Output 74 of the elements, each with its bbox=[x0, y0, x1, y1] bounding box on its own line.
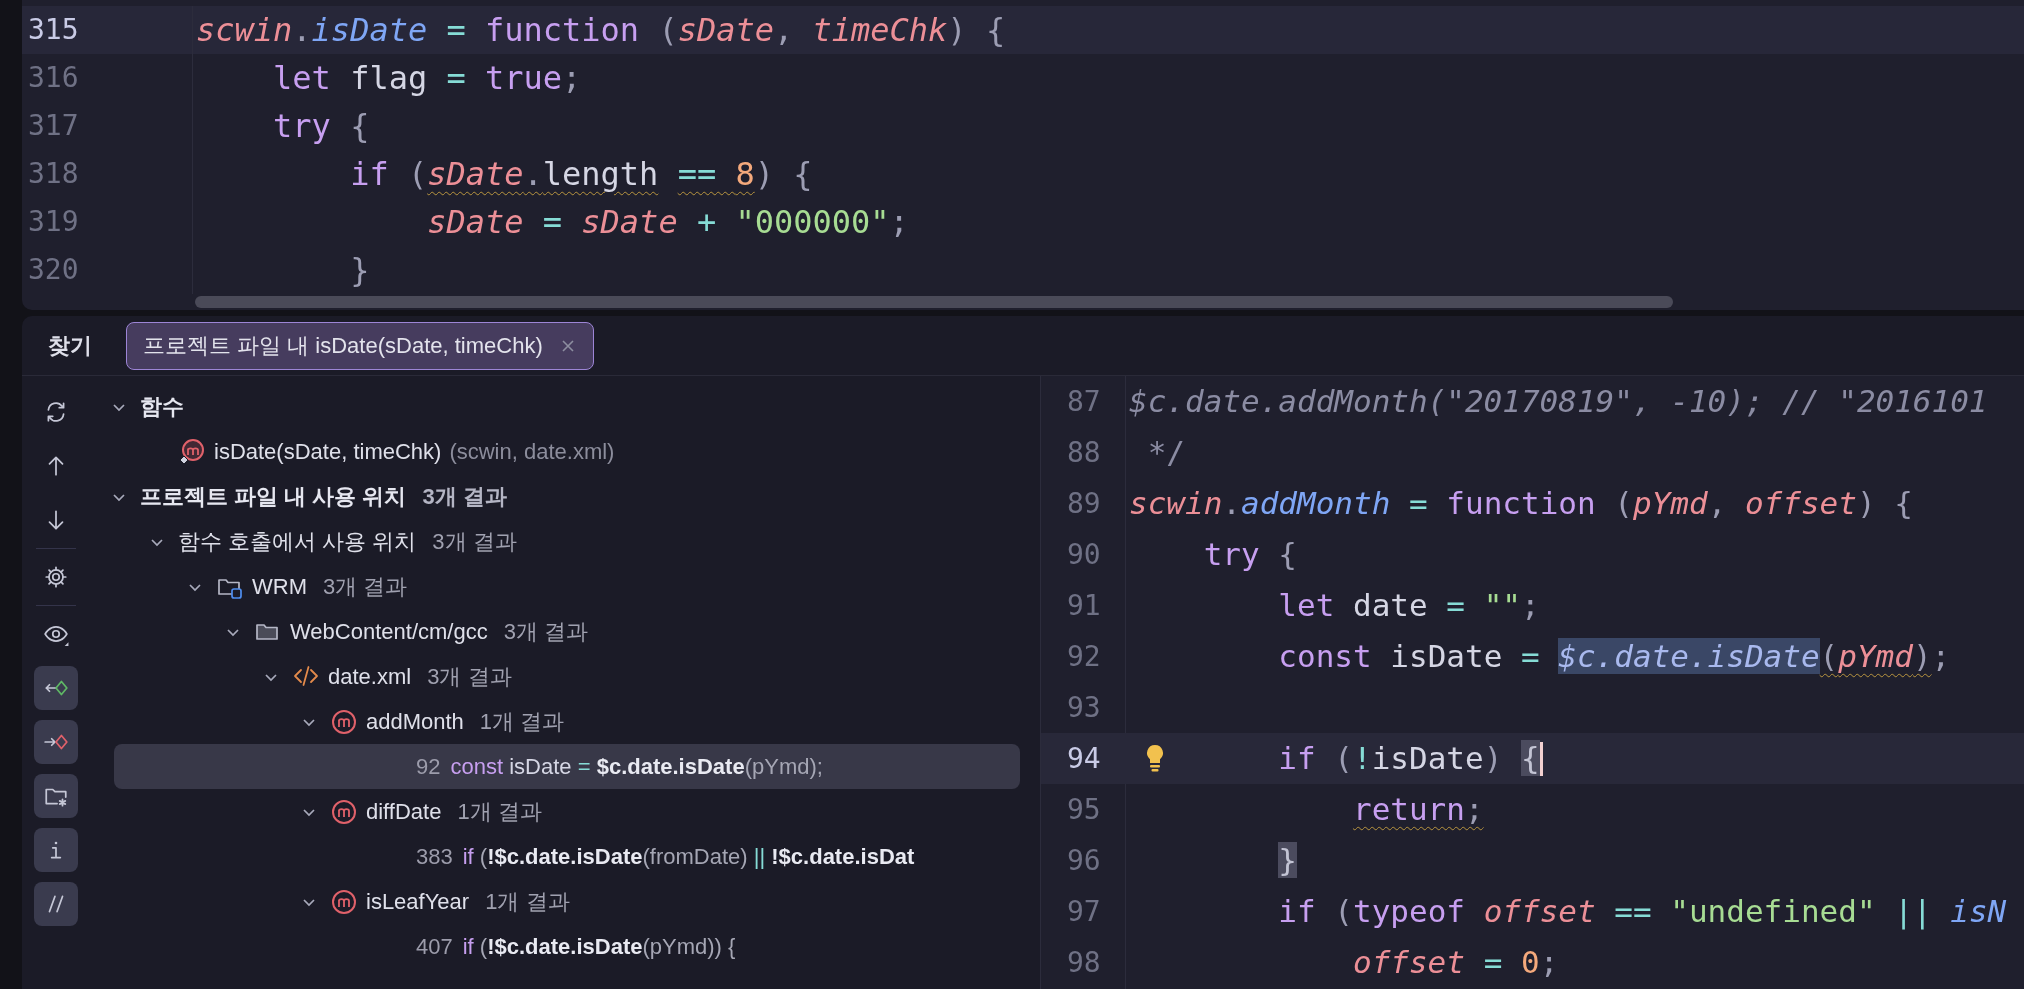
line-number: 318 bbox=[22, 150, 193, 198]
line-number: 95 bbox=[1066, 791, 1102, 828]
method-icon bbox=[330, 887, 358, 916]
code-line: */ bbox=[1146, 433, 1185, 473]
code-snippet[interactable]: if (!$c.date.isDate(fromDate) || !$c.date.isDat bbox=[462, 840, 915, 873]
line-number: 383 bbox=[416, 843, 453, 871]
result-count: 3개 결과 bbox=[427, 663, 512, 691]
tree-label[interactable]: isDate(sDate, timeChk) bbox=[214, 435, 442, 468]
line-number: 96 bbox=[1066, 842, 1102, 879]
selected-result-row[interactable]: 92 const isDate = $c.date.isDate(pYmd); bbox=[114, 744, 1020, 789]
line-number: 89 bbox=[1066, 485, 1102, 522]
location-hint: (scwin, date.xml) bbox=[449, 438, 615, 466]
method-icon bbox=[330, 707, 358, 736]
tree-label[interactable]: WRM bbox=[252, 570, 307, 603]
result-count: 3개 결과 bbox=[432, 528, 517, 556]
code-line: try { bbox=[1202, 535, 1297, 575]
tree-label[interactable]: isLeafYear bbox=[366, 885, 470, 918]
result-count: 3개 결과 bbox=[323, 573, 408, 601]
code-line: const isDate = $c.date.isDate(pYmd); bbox=[1277, 637, 1951, 677]
horizontal-scrollbar[interactable] bbox=[195, 296, 1673, 308]
toolbar-button[interactable] bbox=[34, 720, 78, 764]
code-line: $c.date.addMonth("20170819", -10); // "2016101 bbox=[1129, 382, 1988, 422]
toolbar-button[interactable] bbox=[34, 774, 78, 818]
code-line: scwin.addMonth = function (pYmd, offset) { bbox=[1129, 484, 1913, 524]
line-number: 92 bbox=[1066, 638, 1102, 675]
settings-icon bbox=[43, 564, 69, 590]
line-number: 407 bbox=[416, 933, 453, 961]
result-count: 3개 결과 bbox=[422, 483, 507, 511]
tree-label[interactable]: WebContent/cm/gcc bbox=[290, 615, 488, 648]
code-line: let flag = true; bbox=[272, 59, 582, 97]
toolbar-button[interactable] bbox=[34, 666, 78, 710]
code-line: offset = 0; bbox=[1351, 943, 1559, 983]
toolbar-button[interactable] bbox=[34, 828, 78, 872]
line-number: 317 bbox=[22, 102, 193, 150]
line-number: 87 bbox=[1066, 383, 1102, 420]
result-count: 1개 결과 bbox=[479, 708, 565, 736]
code-line: if (typeof offset == "undefined" || isN bbox=[1277, 892, 2007, 932]
tree-label[interactable]: 함수 호출에서 사용 위치 bbox=[178, 525, 417, 558]
line-number: 98 bbox=[1066, 944, 1102, 981]
method-icon bbox=[330, 797, 358, 826]
panel-title: 찾기 bbox=[47, 332, 92, 360]
code-line: sDate = sDate + "000000"; bbox=[426, 203, 909, 241]
line-number: 316 bbox=[22, 54, 193, 102]
line-number: 92 bbox=[416, 753, 441, 781]
tree-label[interactable]: addMonth bbox=[366, 705, 464, 738]
line-number: 90 bbox=[1066, 536, 1102, 573]
code-line: if (!isDate) { bbox=[1277, 739, 1540, 779]
code-line: try { bbox=[272, 107, 370, 145]
tree-label[interactable]: date.xml bbox=[328, 660, 412, 693]
code-line: let date = ""; bbox=[1277, 586, 1540, 626]
code-snippet[interactable]: const isDate = $c.date.isDate(pYmd); bbox=[450, 750, 823, 783]
code-line: if (sDate.length == 8) { bbox=[349, 155, 813, 193]
tree-label[interactable]: diffDate bbox=[366, 795, 442, 828]
line-number: 319 bbox=[22, 198, 193, 246]
lightbulb-icon[interactable] bbox=[1144, 743, 1166, 773]
line-number: 97 bbox=[1066, 893, 1102, 930]
tree-label[interactable]: 함수 bbox=[140, 390, 184, 423]
line-number: 91 bbox=[1066, 587, 1102, 624]
code-line: scwin.isDate = function (sDate, timeChk) { bbox=[196, 11, 1006, 49]
line-number: 88 bbox=[1066, 434, 1102, 471]
line-number: 94 bbox=[1066, 740, 1102, 777]
line-number: 320 bbox=[22, 246, 193, 294]
code-snippet[interactable]: if (!$c.date.isDate(pYmd)) { bbox=[462, 930, 736, 963]
search-tab[interactable]: 프로젝트 파일 내 isDate(sDate, timeChk) bbox=[126, 321, 594, 370]
result-count: 1개 결과 bbox=[457, 798, 542, 826]
result-count: 1개 결과 bbox=[485, 888, 570, 916]
code-line: } bbox=[349, 251, 370, 289]
tree-label[interactable]: 프로젝트 파일 내 사용 위치 bbox=[140, 480, 407, 513]
function-icon bbox=[178, 437, 206, 466]
result-count: 3개 결과 bbox=[503, 618, 589, 646]
code-line: return; bbox=[1351, 790, 1484, 830]
line-number: 93 bbox=[1066, 689, 1102, 726]
line-number: 315 bbox=[22, 6, 193, 54]
toolbar-button[interactable] bbox=[34, 882, 78, 926]
